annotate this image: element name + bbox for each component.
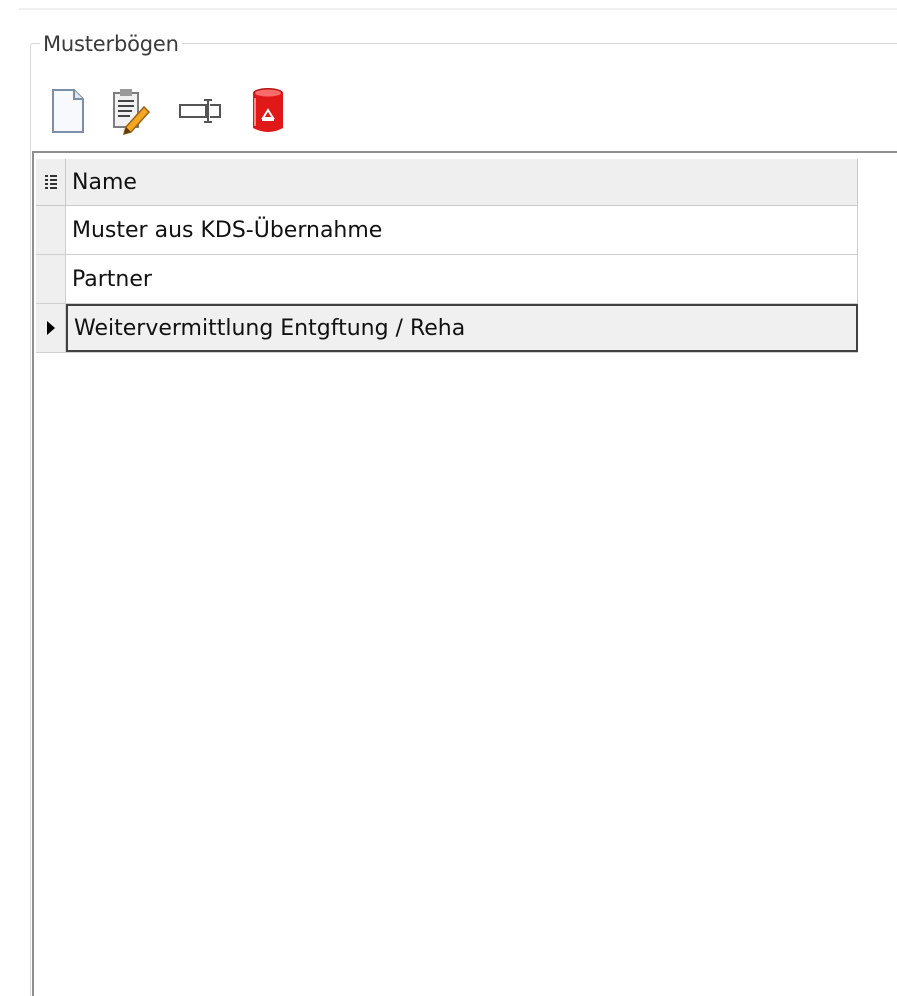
top-divider: [19, 8, 897, 10]
edit-button[interactable]: [106, 84, 154, 138]
name-cell[interactable]: Partner: [66, 255, 858, 303]
current-row-indicator-icon: [46, 321, 55, 335]
column-header-name[interactable]: Name: [66, 159, 858, 205]
master-forms-grid: Name Muster aus KDS-Übernahme Partner We…: [32, 151, 897, 996]
groupbox-title: Musterbögen: [40, 31, 182, 57]
name-cell[interactable]: Weitervermittlung Entgftung / Reha: [66, 304, 858, 352]
row-selector[interactable]: [36, 206, 66, 254]
grid-header-row: Name: [36, 159, 858, 206]
master-forms-panel: Musterbögen Name Muster aus KDS-Übernahm…: [0, 0, 897, 996]
text-cursor-field-icon: [179, 99, 221, 123]
new-document-button[interactable]: [44, 84, 92, 138]
table-row[interactable]: Partner: [36, 255, 858, 304]
edit-document-pencil-icon: [113, 89, 150, 135]
column-chooser-button[interactable]: [36, 159, 66, 205]
blank-page-icon: [52, 89, 84, 133]
column-list-icon: [44, 175, 57, 189]
row-selector[interactable]: [36, 304, 66, 352]
name-cell[interactable]: Muster aus KDS-Übernahme: [66, 206, 858, 254]
table-row-selected[interactable]: Weitervermittlung Entgftung / Reha: [36, 304, 858, 353]
table-row[interactable]: Muster aus KDS-Übernahme: [36, 206, 858, 255]
delete-button[interactable]: [244, 84, 292, 138]
rename-button[interactable]: [176, 84, 224, 138]
toolbar: [44, 84, 444, 140]
grid-body: Muster aus KDS-Übernahme Partner Weiterv…: [36, 206, 858, 353]
row-selector[interactable]: [36, 255, 66, 303]
red-recycle-bin-icon: [253, 88, 283, 132]
